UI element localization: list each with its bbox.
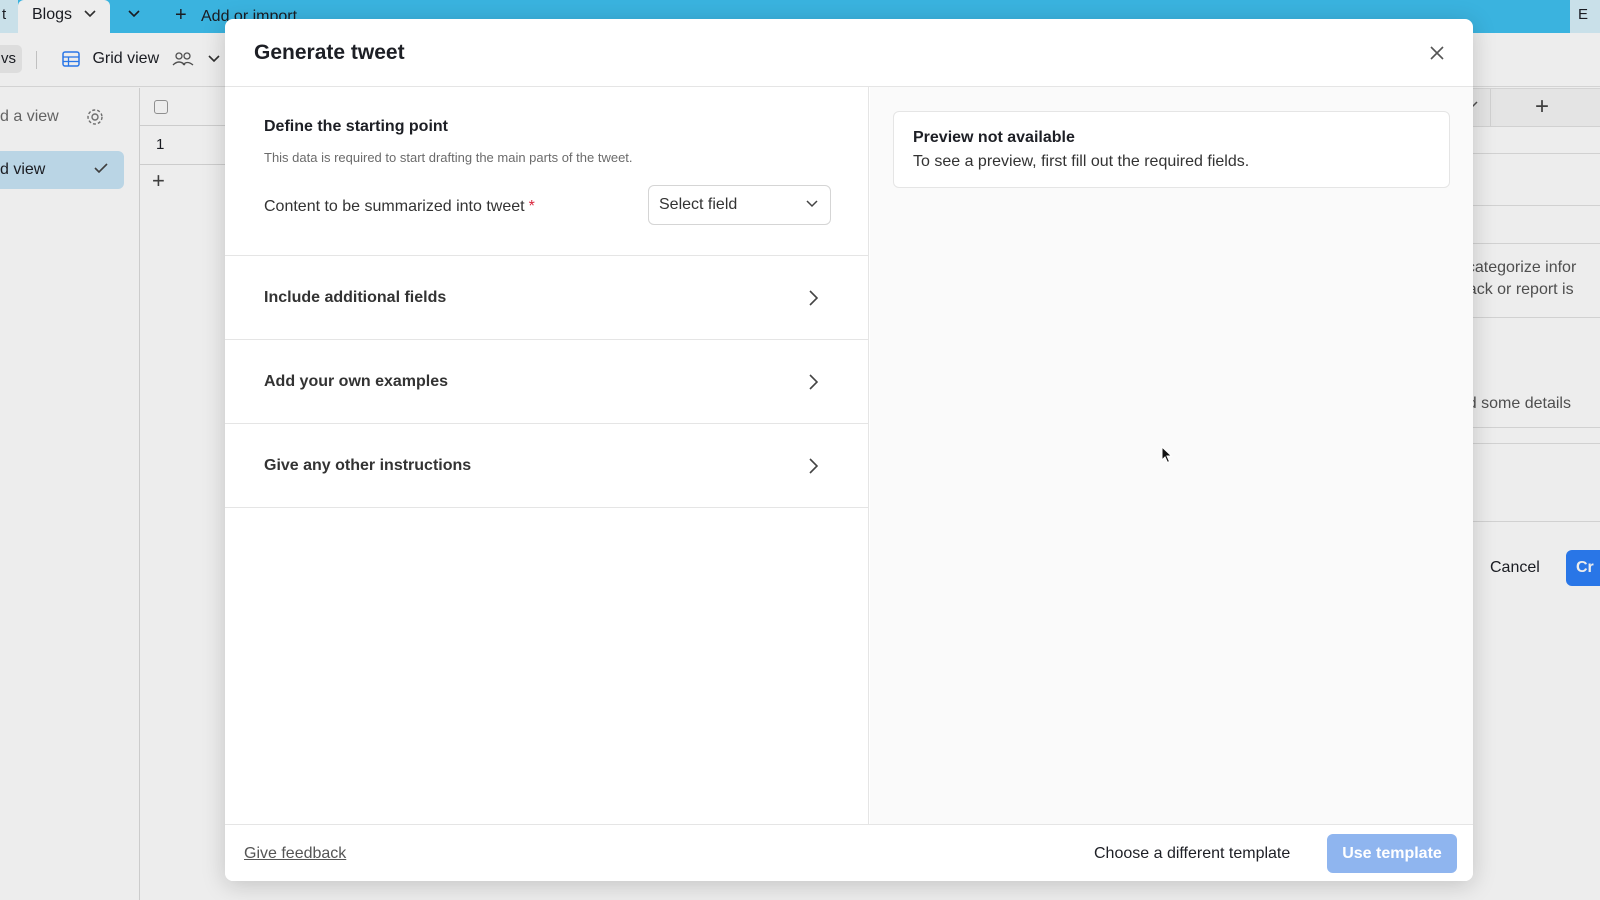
- close-icon[interactable]: [1427, 43, 1447, 63]
- preview-message: To see a preview, first fill out the req…: [913, 153, 1250, 170]
- chevron-right-icon: [809, 458, 818, 474]
- modal-title: Generate tweet: [254, 41, 405, 64]
- starting-point-section: Define the starting point This data is r…: [225, 87, 869, 256]
- use-template-button[interactable]: Use template: [1327, 834, 1457, 873]
- accordion-add-examples[interactable]: Add your own examples: [225, 341, 869, 424]
- accordion-label: Add your own examples: [264, 373, 449, 390]
- select-field-dropdown[interactable]: Select field: [648, 185, 831, 225]
- generate-tweet-modal: Generate tweet Define the starting point…: [225, 19, 1473, 881]
- accordion-include-additional-fields[interactable]: Include additional fields: [225, 257, 869, 340]
- section-title: Define the starting point: [264, 118, 448, 135]
- field-label-text: Content to be summarized into tweet: [264, 198, 525, 215]
- mouse-cursor-icon: [1161, 446, 1173, 464]
- chevron-right-icon: [809, 290, 818, 306]
- content-field-label: Content to be summarized into tweet *: [264, 198, 535, 216]
- preview-card: Preview not available To see a preview, …: [893, 111, 1450, 188]
- configuration-panel: Define the starting point This data is r…: [225, 87, 869, 824]
- accordion-other-instructions[interactable]: Give any other instructions: [225, 425, 869, 508]
- give-feedback-link[interactable]: Give feedback: [244, 845, 346, 863]
- modal-footer: Give feedback Choose a different templat…: [225, 824, 1473, 881]
- accordion-label: Include additional fields: [264, 289, 447, 306]
- chevron-right-icon: [809, 374, 818, 390]
- chevron-down-icon: [806, 200, 818, 208]
- accordion-label: Give any other instructions: [264, 457, 472, 474]
- modal-header: Generate tweet: [225, 19, 1473, 87]
- required-mark: *: [528, 198, 535, 215]
- select-field-label: Select field: [659, 196, 738, 213]
- preview-title: Preview not available: [913, 129, 1075, 146]
- choose-different-template-button[interactable]: Choose a different template: [1094, 845, 1290, 863]
- section-description: This data is required to start drafting …: [264, 150, 633, 165]
